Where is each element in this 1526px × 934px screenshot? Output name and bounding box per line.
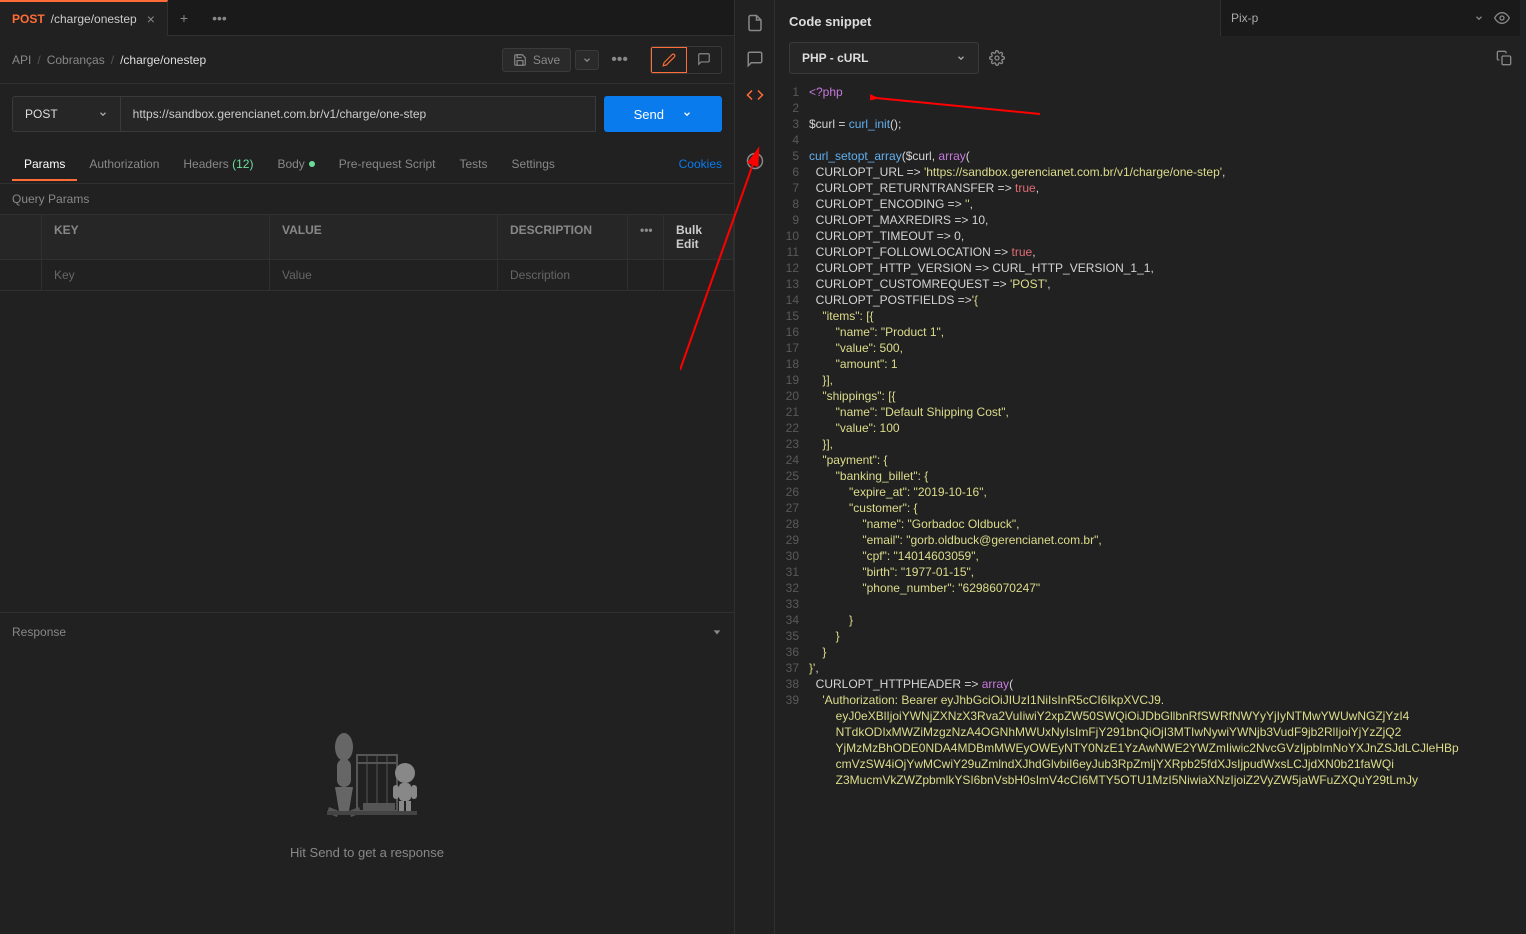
request-tabs: Params Authorization Headers (12) Body P… xyxy=(0,144,734,184)
save-button[interactable]: Save xyxy=(502,48,571,72)
copy-icon[interactable] xyxy=(1496,50,1512,66)
col-value: VALUE xyxy=(270,215,498,259)
breadcrumb: API / Cobranças / /charge/onestep xyxy=(12,53,206,67)
environment-name: Pix-p xyxy=(1231,11,1258,25)
method-value: POST xyxy=(25,107,58,121)
chevron-down-icon xyxy=(1474,13,1484,23)
method-select[interactable]: POST xyxy=(12,96,121,132)
query-params-heading: Query Params xyxy=(0,184,734,214)
breadcrumb-api[interactable]: API xyxy=(12,53,31,67)
toolbar: API / Cobranças / /charge/onestep Save •… xyxy=(0,36,734,84)
query-params-table: KEY VALUE DESCRIPTION ••• Bulk Edit Key … xyxy=(0,214,734,291)
comment-mode-icon[interactable] xyxy=(651,47,687,73)
request-tab[interactable]: POST /charge/onestep × xyxy=(0,0,168,36)
empty-state-illustration xyxy=(307,725,427,825)
language-select[interactable]: PHP - cURL xyxy=(789,42,979,74)
send-label: Send xyxy=(634,107,664,122)
eye-icon[interactable] xyxy=(1494,10,1510,26)
cookies-link[interactable]: Cookies xyxy=(679,157,722,171)
empty-state-text: Hit Send to get a response xyxy=(290,845,444,860)
language-value: PHP - cURL xyxy=(802,51,868,65)
tab-params[interactable]: Params xyxy=(12,147,77,181)
tab-tests[interactable]: Tests xyxy=(448,147,500,181)
save-dropdown-icon[interactable] xyxy=(575,50,599,70)
save-label: Save xyxy=(533,53,560,67)
col-options-icon[interactable]: ••• xyxy=(628,215,664,259)
tab-prerequest[interactable]: Pre-request Script xyxy=(327,147,448,181)
key-input[interactable]: Key xyxy=(42,260,270,290)
tabs-bar: POST /charge/onestep × + ••• xyxy=(0,0,734,36)
col-description: DESCRIPTION xyxy=(498,215,628,259)
response-title: Response xyxy=(12,625,66,639)
chevron-down-icon xyxy=(682,109,692,119)
snippet-title: Code snippet xyxy=(789,14,871,29)
url-bar: POST https://sandbox.gerencianet.com.br/… xyxy=(0,84,734,144)
environment-selector[interactable]: Pix-p xyxy=(1220,0,1520,36)
url-value: https://sandbox.gerencianet.com.br/v1/ch… xyxy=(133,107,427,121)
more-actions-icon[interactable]: ••• xyxy=(603,47,636,73)
code-editor[interactable]: 1<?php23$curl = curl_init();45curl_setop… xyxy=(775,84,1526,934)
comments-icon[interactable] xyxy=(746,50,764,68)
url-input[interactable]: https://sandbox.gerencianet.com.br/v1/ch… xyxy=(121,96,596,132)
code-snippet-icon[interactable] xyxy=(746,86,764,104)
gear-icon[interactable] xyxy=(989,50,1005,66)
value-input[interactable]: Value xyxy=(270,260,498,290)
breadcrumb-current: /charge/onestep xyxy=(120,53,206,67)
info-mode-icon[interactable] xyxy=(687,47,721,73)
response-section: Response xyxy=(0,612,734,934)
tab-authorization[interactable]: Authorization xyxy=(77,147,171,181)
tab-headers[interactable]: Headers (12) xyxy=(171,147,265,181)
bulk-edit-button[interactable]: Bulk Edit xyxy=(664,215,734,259)
col-key: KEY xyxy=(42,215,270,259)
tab-body[interactable]: Body xyxy=(265,147,326,181)
response-collapse-icon[interactable] xyxy=(712,627,722,637)
chevron-down-icon xyxy=(98,109,108,119)
tab-title: /charge/onestep xyxy=(51,12,137,26)
send-button[interactable]: Send xyxy=(604,96,722,132)
context-sidebar xyxy=(735,0,775,934)
more-tabs-icon[interactable]: ••• xyxy=(200,10,239,26)
info-icon[interactable] xyxy=(746,152,764,170)
add-tab-icon[interactable]: + xyxy=(168,10,200,26)
tab-settings[interactable]: Settings xyxy=(500,147,567,181)
tab-method: POST xyxy=(12,12,45,26)
chevron-down-icon xyxy=(956,53,966,63)
close-icon[interactable]: × xyxy=(147,11,155,27)
documentation-icon[interactable] xyxy=(746,14,764,32)
breadcrumb-folder[interactable]: Cobranças xyxy=(47,53,105,67)
description-input[interactable]: Description xyxy=(498,260,628,290)
select-all-checkbox[interactable] xyxy=(0,215,42,259)
